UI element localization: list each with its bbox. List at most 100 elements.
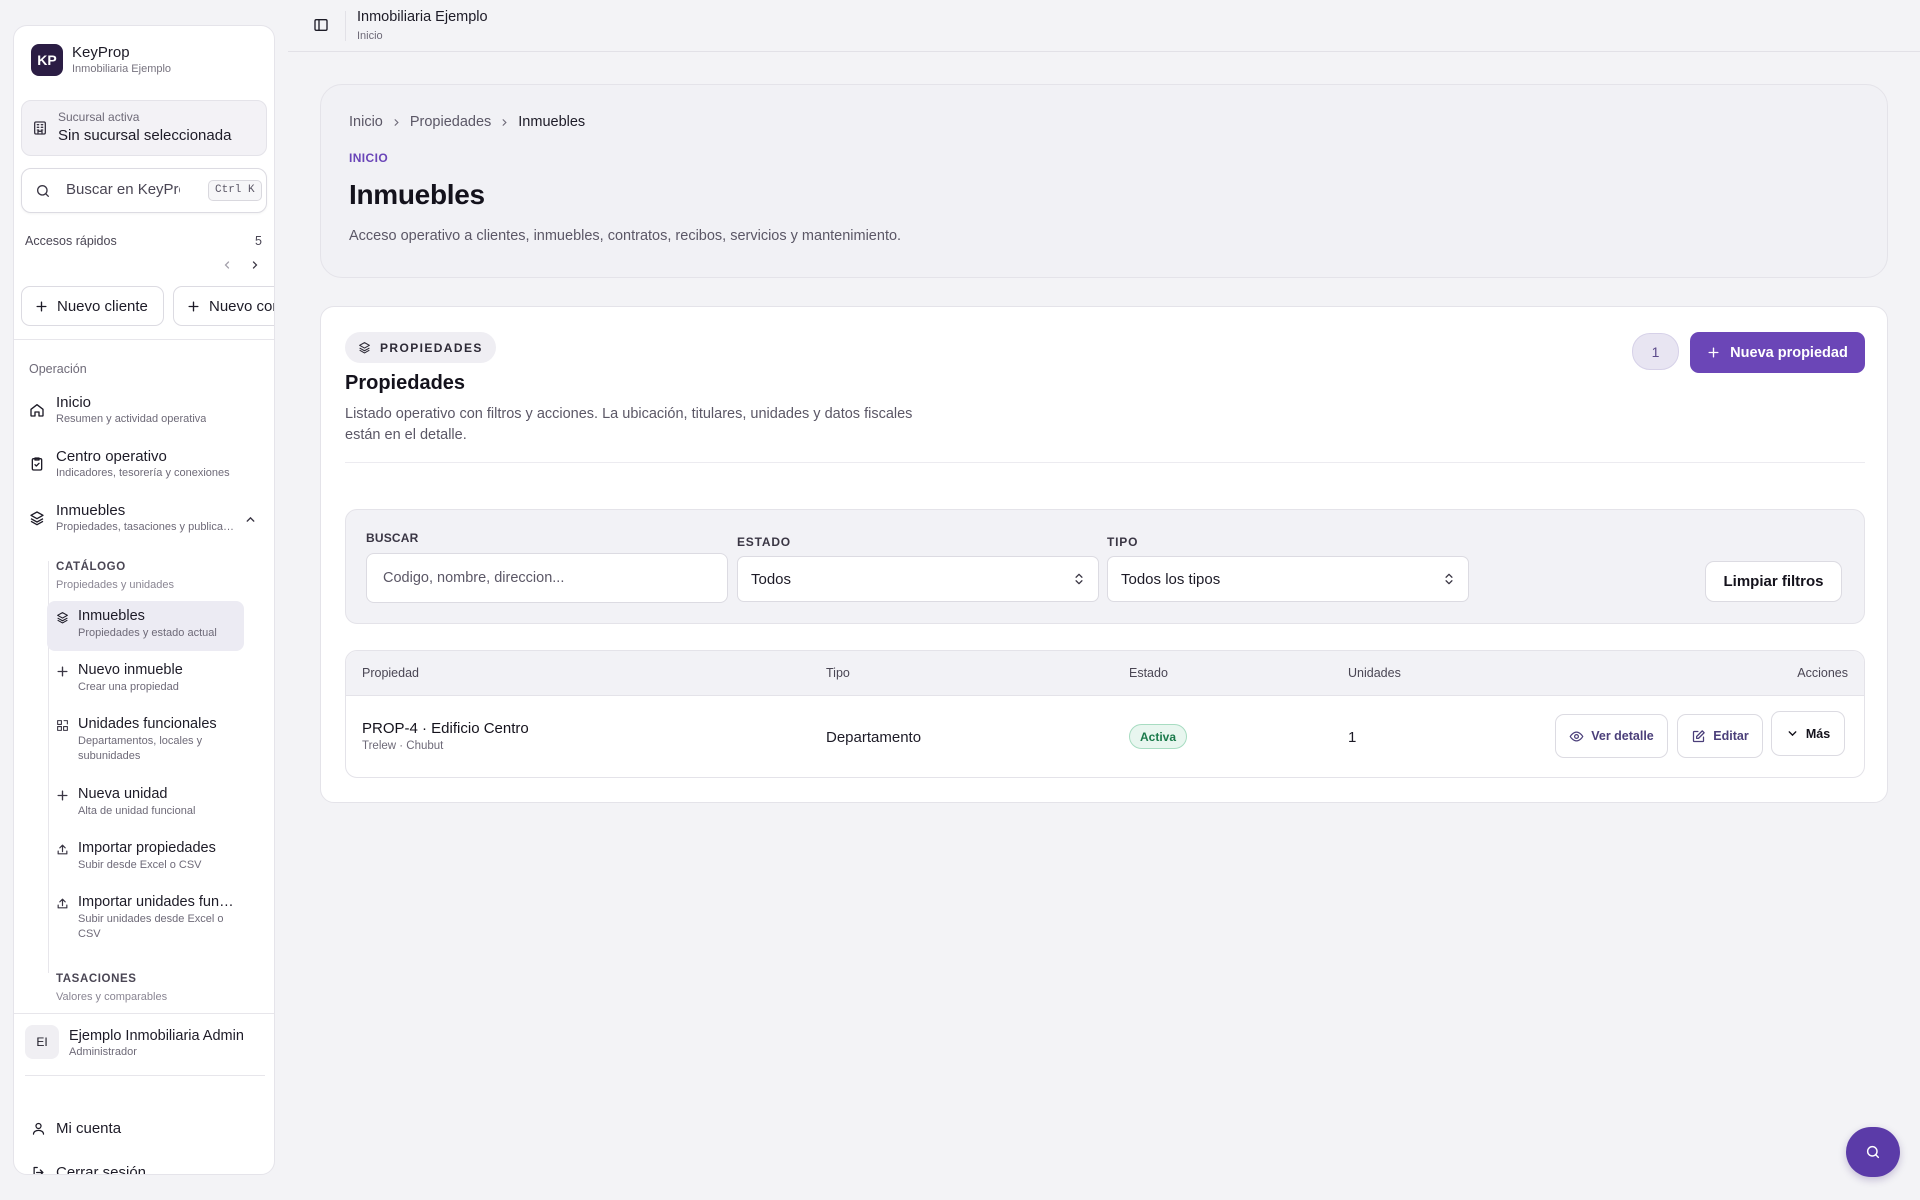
breadcrumb: Inicio Propiedades Inmuebles	[349, 114, 585, 130]
sidebar-item-subtitle: Propiedades, tasaciones y publicaciones	[56, 521, 236, 533]
my-account-label: Mi cuenta	[56, 1120, 122, 1137]
sidebar-subitem-inmuebles[interactable]: Inmuebles Propiedades y estado actual	[47, 601, 244, 651]
subitem-subtitle: Departamentos, locales y subunidades	[78, 735, 203, 762]
sidebar-item-centro-operativo[interactable]: Centro operativo Indicadores, tesorería …	[29, 448, 261, 484]
property-units: 1	[1348, 729, 1357, 746]
layers-icon	[358, 341, 371, 354]
subitem-title: Nueva unidad	[78, 786, 168, 802]
new-property-label: Nueva propiedad	[1730, 344, 1848, 361]
quick-access-label: Nuevo contrato	[209, 297, 274, 315]
breadcrumb-inicio[interactable]: Inicio	[349, 114, 383, 130]
sidebar-subitem-importar-propiedades[interactable]: Importar propiedades Subir desde Excel o…	[47, 833, 244, 883]
quick-new-contract-button[interactable]: Nuevo contrato	[173, 286, 274, 326]
brand[interactable]: KP KeyProp Inmobiliaria Ejemplo	[31, 44, 171, 76]
catalog-subtitle: Propiedades y unidades	[56, 579, 175, 591]
logout-link[interactable]: Cerrar sesión	[31, 1164, 147, 1175]
chevron-up-icon[interactable]	[244, 513, 257, 526]
sidebar-item-inmuebles[interactable]: Inmuebles Propiedades, tasaciones y publ…	[29, 502, 261, 538]
clipboard-check-icon	[29, 456, 45, 472]
upload-icon	[56, 843, 69, 856]
building-icon	[32, 120, 48, 136]
branch-value: Sin sucursal seleccionada	[58, 127, 232, 144]
column-header-acciones: Acciones	[1797, 666, 1848, 680]
search-icon	[35, 183, 51, 199]
logout-icon	[31, 1165, 46, 1174]
upload-icon	[56, 897, 69, 910]
subitem-title: Inmuebles	[78, 608, 145, 624]
subitem-title: Importar propiedades	[78, 840, 216, 856]
clear-filters-button[interactable]: Limpiar filtros	[1705, 561, 1842, 602]
breadcrumb-propiedades[interactable]: Propiedades	[410, 114, 491, 130]
subitem-title: Unidades funcionales	[78, 716, 217, 732]
subitem-subtitle: Subir desde Excel o CSV	[78, 859, 202, 871]
logout-label: Cerrar sesión	[56, 1164, 147, 1175]
sidebar-subitem-nueva-unidad[interactable]: Nueva unidad Alta de unidad funcional	[47, 779, 244, 829]
plus-icon	[187, 300, 200, 313]
subitem-subtitle: Subir unidades desde Excel o CSV	[78, 913, 224, 940]
page-title: Inmuebles	[349, 179, 485, 210]
subitem-subtitle: Alta de unidad funcional	[78, 805, 196, 817]
divider	[14, 339, 274, 340]
type-filter-label: TIPO	[1107, 535, 1139, 549]
properties-table: Propiedad Tipo Estado Unidades Acciones …	[345, 650, 1865, 778]
filters-panel: BUSCAR ESTADO TIPO Todos Todos los tipos…	[345, 509, 1865, 624]
column-header-estado: Estado	[1129, 666, 1168, 680]
view-detail-label: Ver detalle	[1591, 729, 1654, 743]
breadcrumb-inmuebles: Inmuebles	[518, 114, 586, 130]
chevron-right-icon	[391, 117, 402, 128]
new-property-button[interactable]: Nueva propiedad	[1690, 332, 1865, 373]
sidebar-toggle-icon[interactable]	[313, 17, 329, 33]
user-role: Administrador	[69, 1046, 137, 1058]
chevron-right-icon	[499, 117, 510, 128]
sidebar-item-inicio[interactable]: Inicio Resumen y actividad operativa	[29, 394, 261, 430]
sidebar-subitem-importar-unidades[interactable]: Importar unidades funcionales Subir unid…	[47, 887, 244, 953]
edit-label: Editar	[1713, 729, 1749, 743]
chevron-down-icon	[1786, 727, 1799, 740]
subitem-title: Importar unidades funcionales	[78, 894, 238, 910]
catalog-title: CATÁLOGO	[56, 561, 126, 573]
status-select[interactable]: Todos	[737, 556, 1099, 602]
more-actions-button[interactable]: Más	[1771, 711, 1845, 756]
sidebar-subitem-unidades-funcionales[interactable]: Unidades funcionales Departamentos, loca…	[47, 709, 244, 775]
filter-search-input[interactable]	[366, 553, 728, 603]
chevron-right-icon[interactable]	[249, 259, 261, 271]
card-description: Listado operativo con filtros y acciones…	[345, 406, 913, 443]
floating-search-button[interactable]	[1846, 1127, 1900, 1177]
search-input[interactable]	[66, 181, 180, 198]
table-row[interactable]: PROP-4 · Edificio Centro Trelew · Chubut…	[346, 696, 1864, 777]
avatar: EI	[25, 1025, 59, 1059]
quick-new-client-button[interactable]: Nuevo cliente	[21, 286, 164, 326]
tasaciones-subtitle: Valores y comparables	[56, 991, 168, 1003]
sidebar-item-subtitle: Indicadores, tesorería y conexiones	[56, 467, 230, 479]
property-location: Trelew · Chubut	[362, 740, 444, 752]
global-search[interactable]: Ctrl K	[21, 168, 267, 213]
edit-button[interactable]: Editar	[1677, 714, 1763, 758]
subitem-subtitle: Crear una propiedad	[78, 681, 179, 693]
section-badge-label: PROPIEDADES	[380, 340, 483, 355]
chevron-left-icon[interactable]	[221, 259, 233, 271]
sidebar-item-title: Centro operativo	[56, 448, 167, 465]
result-count: 1	[1632, 333, 1679, 370]
branch-label: Sucursal activa	[58, 110, 140, 124]
quick-access-title: Accesos rápidos	[25, 234, 117, 248]
brand-subtitle: Inmobiliaria Ejemplo	[72, 63, 172, 75]
card-title: Propiedades	[345, 372, 466, 394]
my-account-link[interactable]: Mi cuenta	[31, 1120, 121, 1137]
brand-name: KeyProp	[72, 44, 130, 61]
plus-icon	[56, 789, 69, 802]
search-filter-label: BUSCAR	[366, 531, 419, 545]
divider	[14, 1013, 274, 1014]
column-header-tipo: Tipo	[826, 666, 850, 680]
section-badge: PROPIEDADES	[345, 332, 496, 363]
branch-selector[interactable]: Sucursal activa Sin sucursal seleccionad…	[21, 100, 267, 156]
properties-card: PROPIEDADES Propiedades Listado operativ…	[320, 306, 1888, 803]
property-type: Departamento	[826, 729, 922, 746]
type-select[interactable]: Todos los tipos	[1107, 556, 1469, 602]
view-detail-button[interactable]: Ver detalle	[1555, 714, 1668, 758]
edit-icon	[1691, 729, 1706, 744]
divider	[345, 11, 346, 41]
sidebar-subitem-nuevo-inmueble[interactable]: Nuevo inmueble Crear una propiedad	[47, 655, 244, 705]
search-icon	[1865, 1144, 1881, 1160]
chevron-updown-icon	[1442, 572, 1456, 586]
org-subtitle: Inicio	[357, 30, 383, 42]
